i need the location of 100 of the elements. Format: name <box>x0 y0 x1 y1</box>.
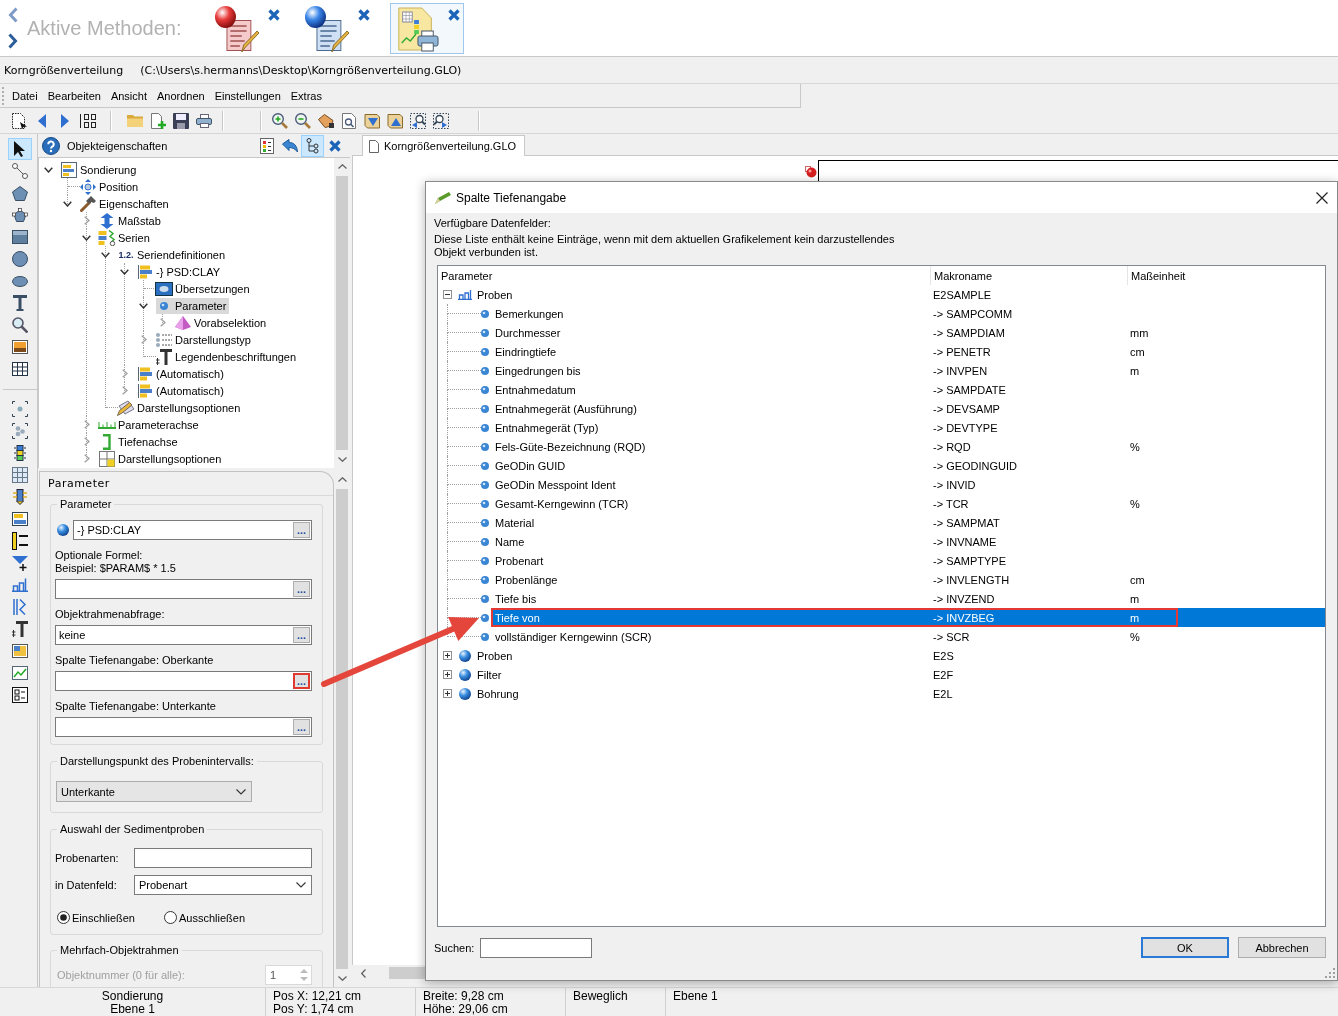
chevron-down-icon[interactable] <box>82 234 91 241</box>
menu-item[interactable]: Extras <box>285 87 327 104</box>
zoom-in-icon[interactable] <box>271 112 288 129</box>
expand-box-icon[interactable] <box>443 651 452 660</box>
resize-grip-icon[interactable] <box>1325 968 1335 978</box>
browse-button[interactable]: ... <box>293 522 310 538</box>
browse-button[interactable]: ... <box>293 581 310 597</box>
method-tab[interactable] <box>390 2 464 54</box>
dialog-button[interactable]: OK <box>1141 937 1229 958</box>
scroll-thumb[interactable] <box>336 176 348 450</box>
menu-item[interactable]: Datei <box>7 87 43 104</box>
chevron-down-icon[interactable] <box>44 166 53 173</box>
list-row[interactable]: Filter E2F <box>473 665 1325 684</box>
tree-item[interactable]: Parameter <box>156 297 230 314</box>
radio-button[interactable]: Einschließen <box>57 911 164 924</box>
handle-icon[interactable] <box>805 166 817 178</box>
input-field[interactable]: ... <box>55 671 312 691</box>
layout-grid-icon[interactable] <box>79 113 96 128</box>
list-row[interactable]: Proben E2SAMPLE <box>473 285 1325 304</box>
list-row[interactable]: Proben E2S <box>473 646 1325 665</box>
tree-item[interactable]: Darstellungstyp <box>156 331 254 348</box>
list-row[interactable]: Bemerkungen -> SAMPCOMM <box>491 304 1325 323</box>
paper-arrow-down-icon[interactable] <box>363 112 380 129</box>
column-header[interactable]: Makroname <box>934 269 993 282</box>
list-row[interactable]: Name -> INVNAME <box>491 532 1325 551</box>
list-row[interactable]: Entnahmegerät (Ausführung) -> DEVSAMP <box>491 399 1325 418</box>
zoom-out-icon[interactable] <box>294 112 311 129</box>
page-magnifier-icon[interactable] <box>341 112 356 129</box>
page-cursor-icon[interactable] <box>10 112 27 129</box>
input-field[interactable]: ... <box>55 717 312 737</box>
list-row[interactable]: vollständiger Kerngewinn (SCR) -> SCR % <box>491 627 1325 646</box>
menu-item[interactable]: Ansicht <box>105 87 152 104</box>
list-row[interactable]: Probenlänge -> INVLENGTH cm <box>491 570 1325 589</box>
tree-item[interactable]: (Automatisch) <box>137 382 227 399</box>
list-row[interactable]: Tiefe bis -> INVZEND m <box>491 589 1325 608</box>
list-row[interactable]: Entnahmedatum -> SAMPDATE <box>491 380 1325 399</box>
list-row[interactable]: Entnahmegerät (Typ) -> DEVTYPE <box>491 418 1325 437</box>
chevron-right-icon[interactable] <box>8 33 18 49</box>
tool-button[interactable] <box>7 138 32 160</box>
expand-box-icon[interactable] <box>443 670 452 679</box>
close-icon[interactable] <box>1316 191 1328 204</box>
list-row[interactable]: Tiefe von -> INVZBEG m <box>491 608 1325 627</box>
list-row[interactable]: Durchmesser -> SAMPDIAM mm <box>491 323 1325 342</box>
tree-item[interactable]: Übersetzungen <box>156 280 253 297</box>
tree-item[interactable]: Eigenschaften <box>80 195 172 212</box>
list-row[interactable]: Bohrung E2L <box>473 684 1325 703</box>
tree-item[interactable]: Darstellungsoptionen <box>99 450 225 467</box>
paper-arrow-up-icon[interactable] <box>386 112 403 129</box>
file-plus-icon[interactable] <box>149 112 166 129</box>
column-header[interactable]: Parameter <box>441 269 493 282</box>
tree-item[interactable]: Position <box>80 178 142 195</box>
radio-button[interactable]: Ausschließen <box>164 911 271 924</box>
zoom-frame-icon[interactable] <box>409 112 426 129</box>
list-row[interactable]: Eingedrungen bis -> INVPEN m <box>491 361 1325 380</box>
tree-item[interactable]: Sondierung <box>61 161 140 178</box>
menu-item[interactable]: Einstellungen <box>209 87 286 104</box>
menu-item[interactable]: Bearbeiten <box>42 87 106 104</box>
collapse-box-icon[interactable] <box>443 290 452 299</box>
tree-item[interactable]: Maßstab <box>99 212 164 229</box>
scroll-thumb[interactable] <box>389 967 425 979</box>
tree-item[interactable]: 1.2. Seriendefinitionen <box>118 246 229 263</box>
chevron-down-icon[interactable] <box>101 251 110 258</box>
tree-item[interactable]: Parameterachse <box>99 416 202 433</box>
chevron-down-icon[interactable] <box>139 302 148 309</box>
view-button[interactable] <box>301 134 324 157</box>
browse-button[interactable]: ... <box>293 627 310 643</box>
list-row[interactable]: Fels-Güte-Bezeichnung (RQD) -> RQD % <box>491 437 1325 456</box>
zoom-frame-icon[interactable] <box>432 112 449 129</box>
input-field[interactable] <box>134 848 312 868</box>
help-icon[interactable] <box>42 136 60 155</box>
triangle-left-icon[interactable] <box>37 113 46 128</box>
chevron-down-icon[interactable] <box>63 200 72 207</box>
list-row[interactable]: Material -> SAMPMAT <box>491 513 1325 532</box>
list-row[interactable]: Eindringtiefe -> PENETR cm <box>491 342 1325 361</box>
browse-button[interactable]: ... <box>293 719 310 735</box>
hand-icon[interactable] <box>317 113 334 128</box>
search-field[interactable] <box>480 937 593 958</box>
dropdown[interactable]: Probenart <box>134 875 312 895</box>
tree-item[interactable]: Darstellungsoptionen <box>118 399 244 416</box>
tree-item[interactable]: Legendenbeschriftungen <box>156 348 300 365</box>
menu-item[interactable]: Anordnen <box>152 87 210 104</box>
list-row[interactable]: GeODin Messpoint Ident -> INVID <box>491 475 1325 494</box>
chevron-left-icon[interactable] <box>8 7 18 23</box>
browse-button[interactable]: ... <box>293 673 310 689</box>
tree-item[interactable]: Serien <box>99 229 153 246</box>
triangle-right-icon[interactable] <box>60 113 69 128</box>
tree-item[interactable]: -} PSD:CLAY <box>137 263 223 280</box>
tree-item[interactable]: (Automatisch) <box>137 365 227 382</box>
dropdown[interactable]: Unterkante <box>56 781 252 802</box>
document-tab[interactable]: Korngrößenverteilung.GLO <box>362 135 526 156</box>
list-row[interactable]: Gesamt-Kerngewinn (TCR) -> TCR % <box>491 494 1325 513</box>
expand-box-icon[interactable] <box>443 689 452 698</box>
tree-item[interactable]: Vorabselektion <box>175 314 270 331</box>
printer-icon[interactable] <box>195 113 212 128</box>
input-field[interactable]: ... <box>55 579 312 599</box>
tree-item[interactable]: Tiefenachse <box>99 433 181 450</box>
input-field[interactable]: -} PSD:CLAY ... <box>73 520 312 540</box>
dialog-button[interactable]: Abbrechen <box>1238 937 1326 958</box>
input-field[interactable]: keine ... <box>55 625 312 645</box>
scroll-thumb[interactable] <box>336 489 348 969</box>
